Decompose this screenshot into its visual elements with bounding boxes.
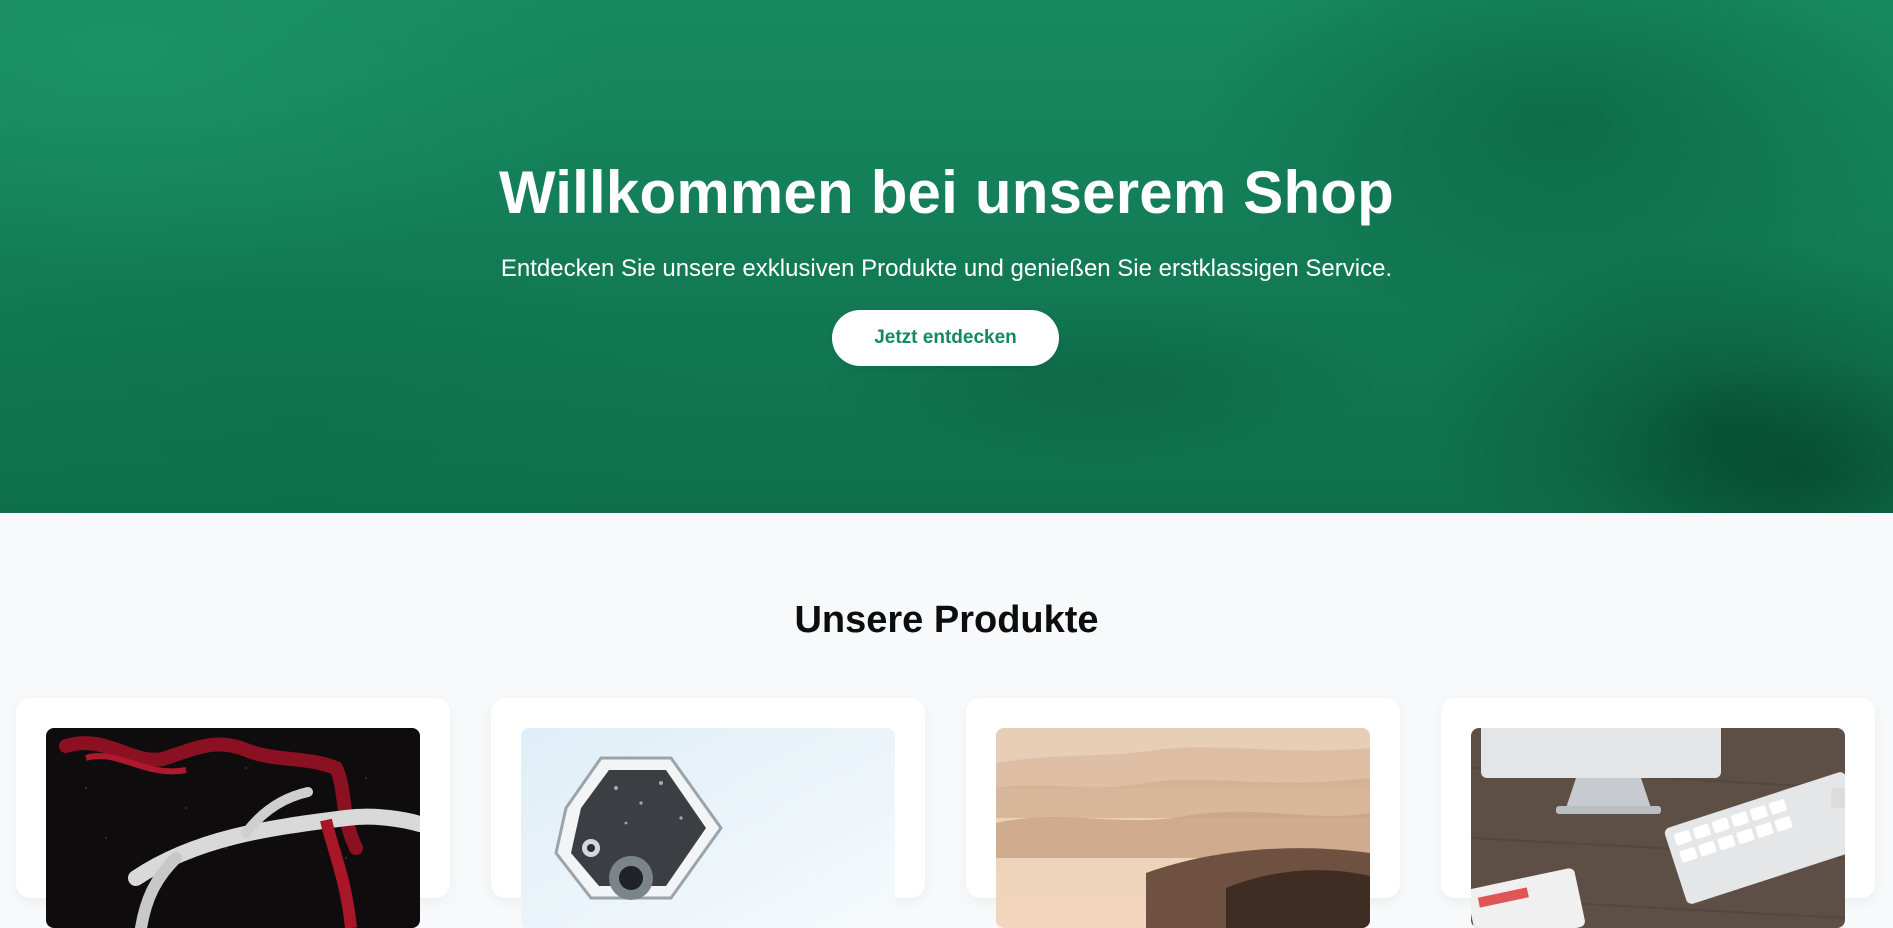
hero-banner: Willkommen bei unserem Shop Entdecken Si… <box>0 0 1893 513</box>
product-image-desk[interactable] <box>1471 728 1845 928</box>
discover-now-button[interactable]: Jetzt entdecken <box>832 310 1059 366</box>
product-image-mountains[interactable] <box>996 728 1370 928</box>
product-image-antler[interactable] <box>46 728 420 928</box>
hero-subtitle: Entdecken Sie unsere exklusiven Produkte… <box>500 255 1393 282</box>
hero-title: Willkommen bei unserem Shop <box>498 159 1395 226</box>
product-card[interactable] <box>1441 698 1875 928</box>
product-card[interactable] <box>16 698 450 928</box>
products-section: Unsere Produkte <box>0 513 1893 928</box>
products-section-title: Unsere Produkte <box>794 599 1099 641</box>
product-image-camera[interactable] <box>521 728 895 928</box>
product-card[interactable] <box>966 698 1400 928</box>
product-card[interactable] <box>491 698 925 928</box>
